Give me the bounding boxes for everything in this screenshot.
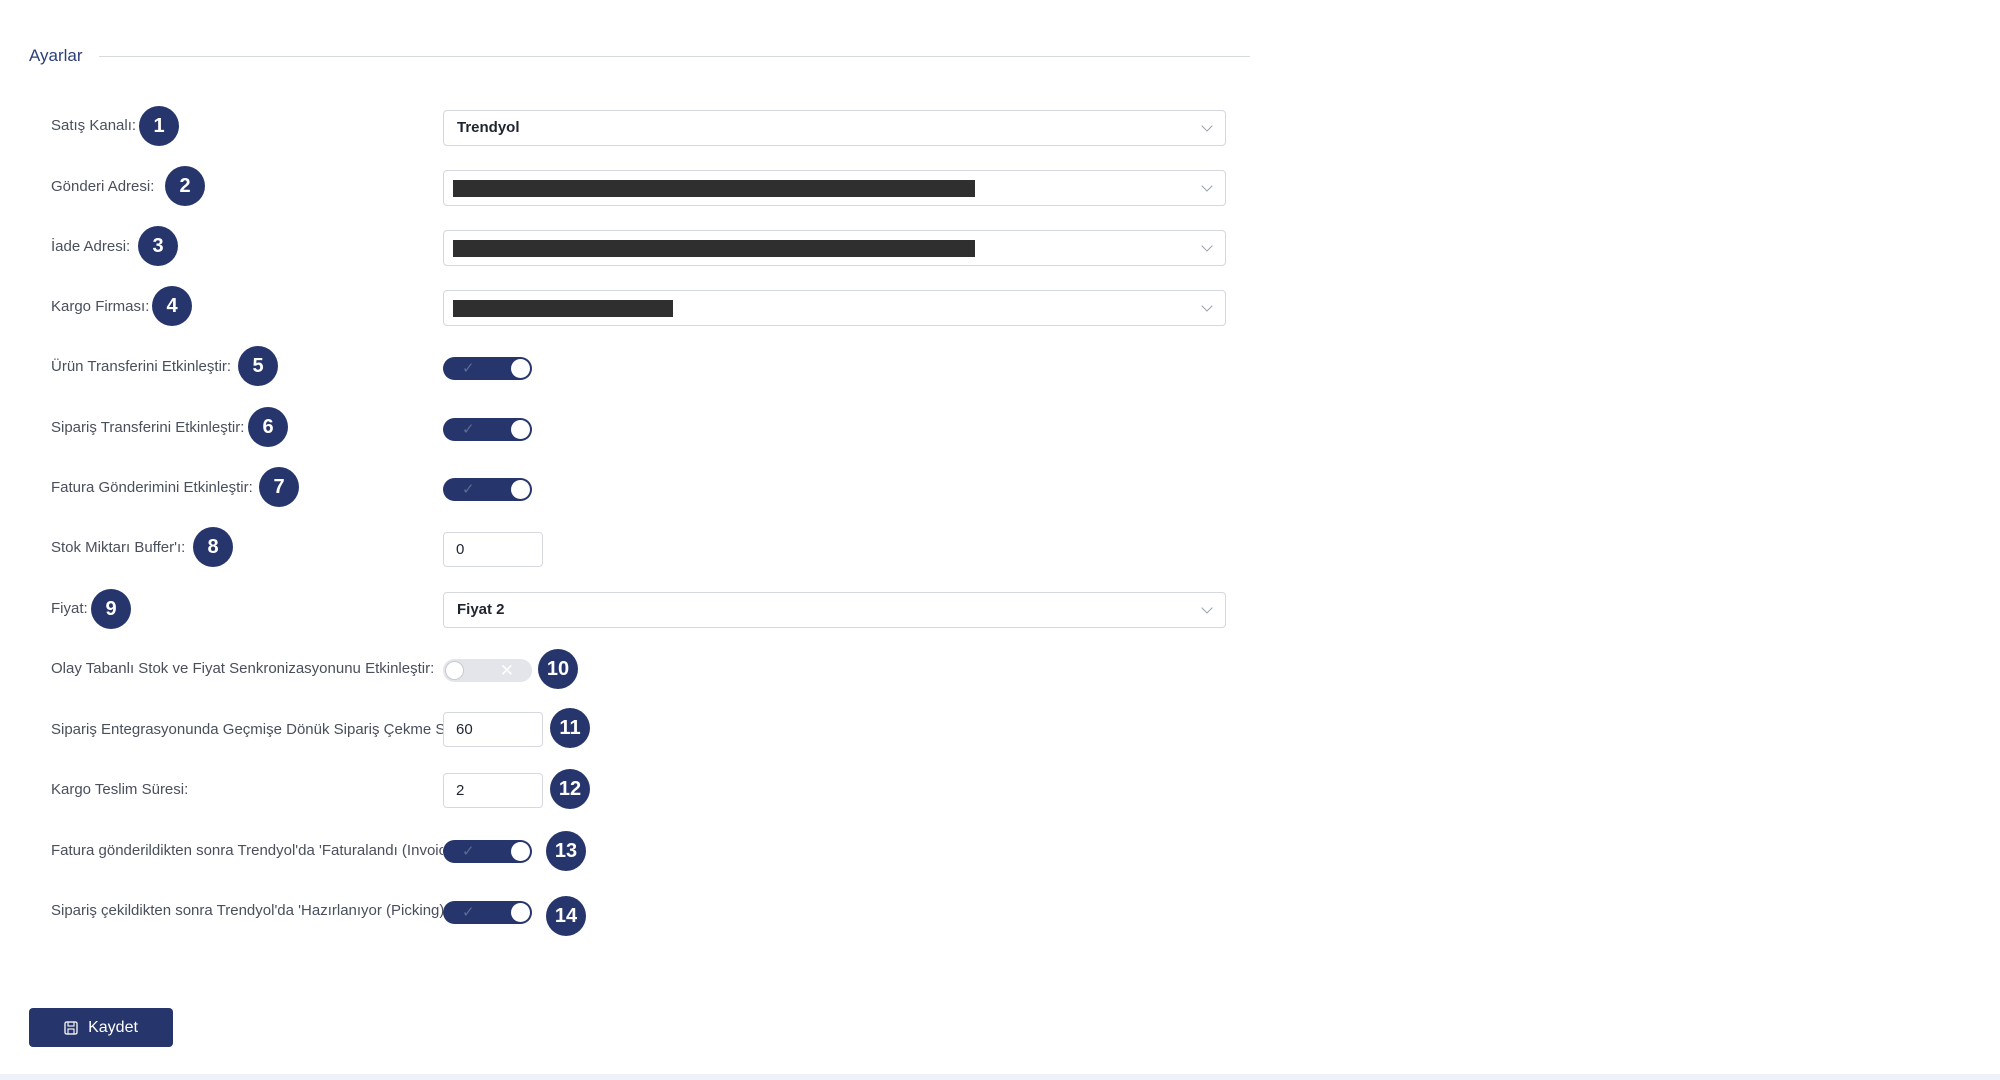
- sales-channel-label: Satış Kanalı:: [51, 117, 137, 134]
- annotation-badge-13: 13: [546, 831, 586, 871]
- price-select[interactable]: Fiyat 2: [443, 592, 1226, 628]
- annotation-badge-8: 8: [193, 527, 233, 567]
- order-transfer-label: Sipariş Transferini Etkinleştir:: [51, 419, 245, 436]
- return-address-select[interactable]: [443, 230, 1226, 266]
- cargo-delivery-label: Kargo Teslim Süresi:: [51, 781, 189, 798]
- annotation-badge-3: 3: [138, 226, 178, 266]
- chevron-down-icon: [1201, 602, 1213, 614]
- picking-status-label: Sipariş çekildikten sonra Trendyol'da 'H…: [51, 902, 443, 919]
- chevron-down-icon: [1201, 240, 1213, 252]
- order-backfill-label: Sipariş Entegrasyonunda Geçmişe Dönük Si…: [51, 721, 443, 738]
- save-button-label: Kaydet: [88, 1018, 138, 1036]
- shipping-address-label: Gönderi Adresi:: [51, 178, 155, 195]
- return-address-label: İade Adresi:: [51, 238, 131, 255]
- check-icon: ✓: [462, 421, 475, 438]
- check-icon: ✓: [462, 360, 475, 377]
- price-value: Fiyat 2: [457, 601, 505, 618]
- toggle-knob: [511, 842, 530, 861]
- annotation-badge-1: 1: [139, 106, 179, 146]
- invoice-sending-toggle[interactable]: ✓: [443, 478, 532, 501]
- sales-channel-value: Trendyol: [457, 119, 520, 136]
- toggle-knob: [511, 480, 530, 499]
- annotation-badge-2: 2: [165, 166, 205, 206]
- stock-buffer-input[interactable]: [443, 532, 543, 567]
- redacted-value: [453, 300, 673, 317]
- chevron-down-icon: [1201, 120, 1213, 132]
- x-icon: ✕: [499, 661, 514, 680]
- stock-buffer-label: Stok Miktarı Buffer'ı:: [51, 539, 186, 556]
- save-button[interactable]: Kaydet: [29, 1008, 173, 1047]
- annotation-badge-7: 7: [259, 467, 299, 507]
- cargo-delivery-input[interactable]: [443, 773, 543, 808]
- annotation-badge-14: 14: [546, 896, 586, 936]
- check-icon: ✓: [462, 843, 475, 860]
- annotation-badge-9: 9: [91, 589, 131, 629]
- price-label: Fiyat:: [51, 600, 88, 617]
- annotation-badge-6: 6: [248, 407, 288, 447]
- settings-section-header: Ayarlar: [29, 46, 1250, 66]
- invoice-sending-label: Fatura Gönderimini Etkinleştir:: [51, 479, 253, 496]
- toggle-knob: [511, 359, 530, 378]
- sales-channel-select[interactable]: Trendyol: [443, 110, 1226, 146]
- product-transfer-toggle[interactable]: ✓: [443, 357, 532, 380]
- floppy-disk-icon: [64, 1020, 78, 1035]
- product-transfer-label: Ürün Transferini Etkinleştir:: [51, 358, 232, 375]
- annotation-badge-4: 4: [152, 286, 192, 326]
- toggle-knob: [445, 661, 464, 680]
- section-divider: [99, 56, 1250, 57]
- event-sync-toggle[interactable]: ✕: [443, 659, 532, 682]
- chevron-down-icon: [1201, 180, 1213, 192]
- invoiced-status-toggle[interactable]: ✓: [443, 840, 532, 863]
- order-transfer-toggle[interactable]: ✓: [443, 418, 532, 441]
- annotation-badge-5: 5: [238, 346, 278, 386]
- shipping-address-select[interactable]: [443, 170, 1226, 206]
- check-icon: ✓: [462, 481, 475, 498]
- annotation-badge-10: 10: [538, 649, 578, 689]
- toggle-knob: [511, 903, 530, 922]
- annotation-badge-12: 12: [550, 769, 590, 809]
- order-backfill-input[interactable]: [443, 712, 543, 747]
- section-title: Ayarlar: [29, 46, 83, 65]
- page-bottom-strip: [0, 1074, 2000, 1080]
- picking-status-toggle[interactable]: ✓: [443, 901, 532, 924]
- redacted-value: [453, 180, 975, 197]
- invoiced-status-label: Fatura gönderildikten sonra Trendyol'da …: [51, 842, 443, 859]
- check-icon: ✓: [462, 904, 475, 921]
- chevron-down-icon: [1201, 300, 1213, 312]
- cargo-company-label: Kargo Firması:: [51, 298, 150, 315]
- redacted-value: [453, 240, 975, 257]
- event-sync-label: Olay Tabanlı Stok ve Fiyat Senkronizasyo…: [51, 660, 435, 677]
- cargo-company-select[interactable]: [443, 290, 1226, 326]
- toggle-knob: [511, 420, 530, 439]
- annotation-badge-11: 11: [550, 708, 590, 748]
